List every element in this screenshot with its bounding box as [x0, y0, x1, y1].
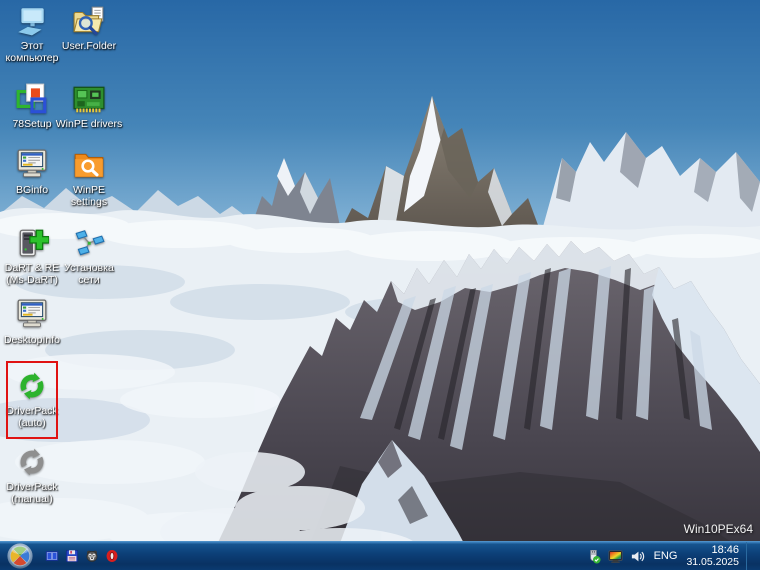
desktop-icon-winpe-settings[interactable]: WinPE settings	[57, 148, 121, 209]
floppy-save-icon[interactable]	[65, 549, 79, 563]
desktop-icon-dart[interactable]: DaRT & RE (Ms-DaRT)	[0, 226, 64, 287]
show-desktop-button[interactable]	[746, 542, 752, 570]
desktop-icon-desktopinfo[interactable]: DesktopInfo	[0, 298, 64, 346]
start-button[interactable]	[6, 542, 34, 570]
refresh-gray-icon	[15, 445, 49, 479]
icon-label: DriverPack (auto)	[0, 405, 64, 430]
icon-label: 78Setup	[12, 118, 51, 130]
tower-plus-icon	[15, 226, 49, 260]
desktop-icon-user-folder[interactable]: User.Folder	[57, 4, 121, 52]
folder-search-icon	[72, 4, 106, 38]
opera-icon[interactable]	[105, 549, 119, 563]
this-pc-icon	[15, 4, 49, 38]
setup-squares-icon	[15, 82, 49, 116]
desktop-icon-driverpack-manual[interactable]: DriverPack (manual)	[0, 445, 64, 506]
icon-label: User.Folder	[62, 40, 116, 52]
desktop-icon-78setup[interactable]: 78Setup	[0, 82, 64, 130]
desktop-icon-winpe-drivers[interactable]: WinPE drivers	[57, 82, 121, 130]
system-tray: ENG 18:46 31.05.2025	[586, 542, 760, 570]
dual-panel-icon[interactable]	[45, 549, 59, 563]
crt-monitor-icon	[15, 298, 49, 332]
icon-label: DriverPack (manual)	[0, 481, 64, 506]
icon-label: BGinfo	[16, 184, 48, 196]
desktop-icon-bginfo[interactable]: BGinfo	[0, 148, 64, 196]
icon-label: Установка сети	[57, 262, 121, 287]
icon-label: Этот компьютер	[0, 40, 64, 65]
icon-label: DaRT & RE (Ms-DaRT)	[0, 262, 64, 287]
crt-monitor-icon	[15, 148, 49, 182]
clock-time: 18:46	[686, 544, 739, 556]
display-settings-icon[interactable]	[608, 549, 623, 564]
pcb-chip-icon	[72, 82, 106, 116]
language-indicator[interactable]: ENG	[652, 550, 680, 562]
folder-magnifier-icon	[72, 148, 106, 182]
quick-launch-bar	[45, 549, 119, 563]
icon-label: DesktopInfo	[4, 334, 60, 346]
desktop-icon-network-setup[interactable]: Установка сети	[57, 226, 121, 287]
panda-icon[interactable]	[85, 549, 99, 563]
usb-safely-remove-icon[interactable]	[586, 549, 601, 564]
icon-label: WinPE drivers	[56, 118, 123, 130]
icon-label: WinPE settings	[57, 184, 121, 209]
network-screens-icon	[72, 226, 106, 260]
refresh-green-icon	[15, 369, 49, 403]
taskbar: ENG 18:46 31.05.2025	[0, 541, 760, 570]
desktop-icon-this-pc[interactable]: Этот компьютер	[0, 4, 64, 65]
clock[interactable]: 18:46 31.05.2025	[686, 544, 739, 568]
desktop: Этот компьютер User.Folder 78Setup	[0, 0, 760, 570]
clock-date: 31.05.2025	[686, 556, 739, 568]
desktop-icon-driverpack-auto[interactable]: DriverPack (auto)	[0, 369, 64, 430]
build-watermark: Win10PEx64	[684, 522, 753, 536]
volume-icon[interactable]	[630, 549, 645, 564]
